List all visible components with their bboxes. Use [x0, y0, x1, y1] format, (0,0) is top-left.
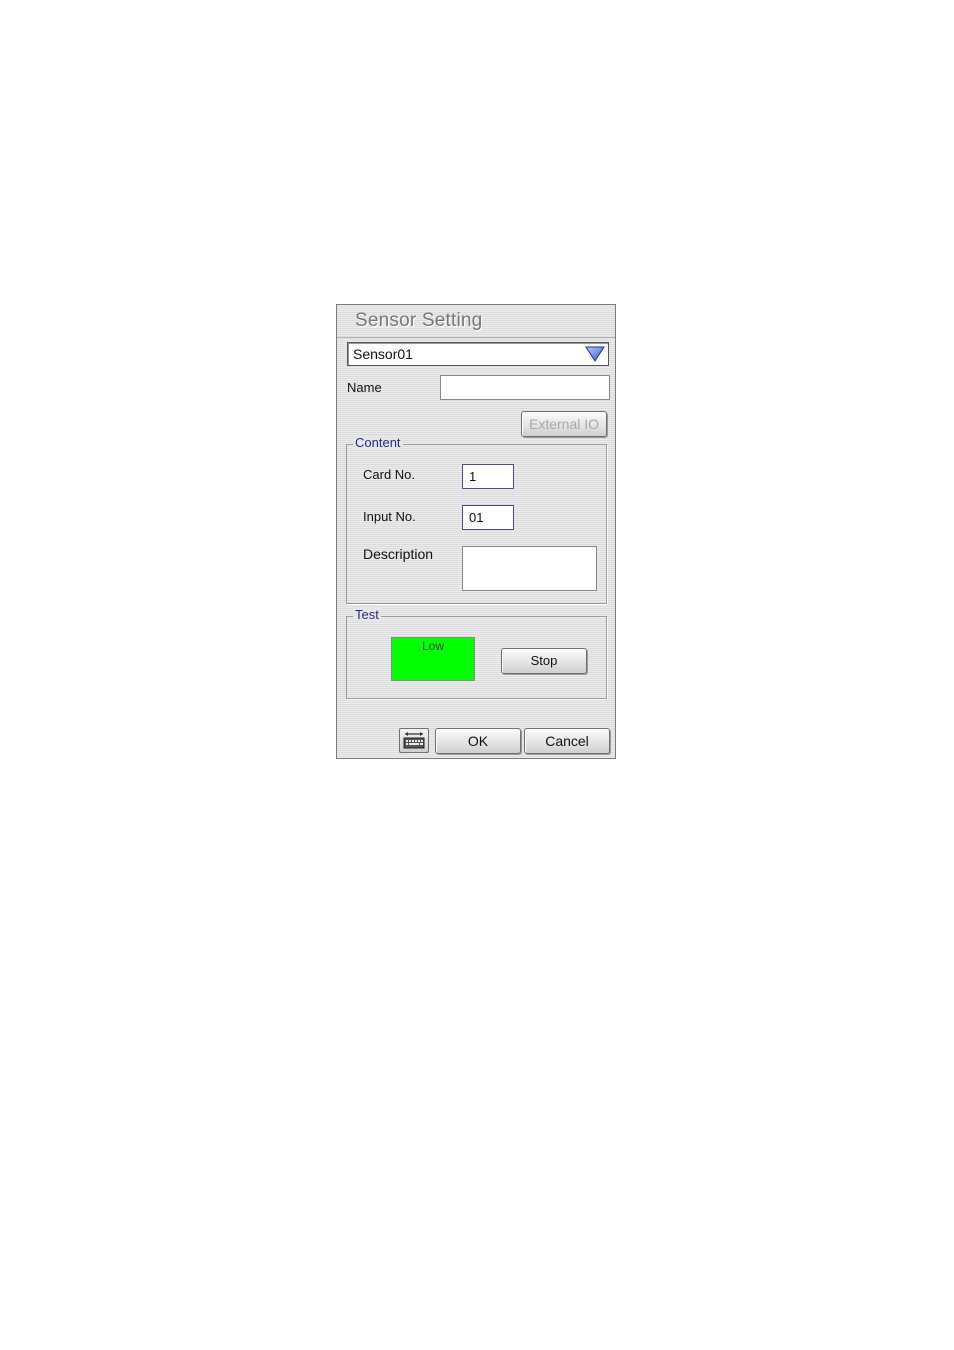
sensor-select[interactable]: Sensor01 — [347, 342, 609, 366]
content-legend: Content — [353, 435, 403, 450]
content-group: Content Card No. Input No. Description — [346, 435, 607, 604]
input-no-label: Input No. — [363, 509, 416, 524]
stop-button[interactable]: Stop — [501, 648, 587, 674]
name-input[interactable] — [440, 375, 610, 400]
description-input[interactable] — [462, 546, 597, 591]
external-io-button[interactable]: External IO — [521, 411, 607, 437]
sensor-status-indicator: Low — [391, 637, 475, 681]
input-no-input[interactable] — [462, 505, 514, 530]
test-group: Test Low Stop — [346, 607, 607, 699]
card-no-input[interactable] — [462, 464, 514, 489]
description-label: Description — [363, 546, 434, 562]
triangle-down-icon[interactable] — [585, 346, 605, 362]
dialog-title: Sensor Setting — [355, 310, 483, 331]
test-legend: Test — [353, 607, 381, 622]
title-divider — [337, 337, 615, 338]
card-no-label: Card No. — [363, 467, 416, 482]
keyboard-icon — [403, 732, 425, 749]
sensor-select-value: Sensor01 — [353, 346, 413, 362]
sensor-setting-dialog: Sensor Setting Sensor01 Name External IO… — [336, 304, 616, 759]
cancel-button[interactable]: Cancel — [524, 728, 610, 754]
ok-button[interactable]: OK — [435, 728, 521, 754]
keyboard-button[interactable] — [399, 728, 429, 753]
name-label: Name — [347, 380, 382, 395]
status-indicator-label: Low — [421, 639, 444, 653]
